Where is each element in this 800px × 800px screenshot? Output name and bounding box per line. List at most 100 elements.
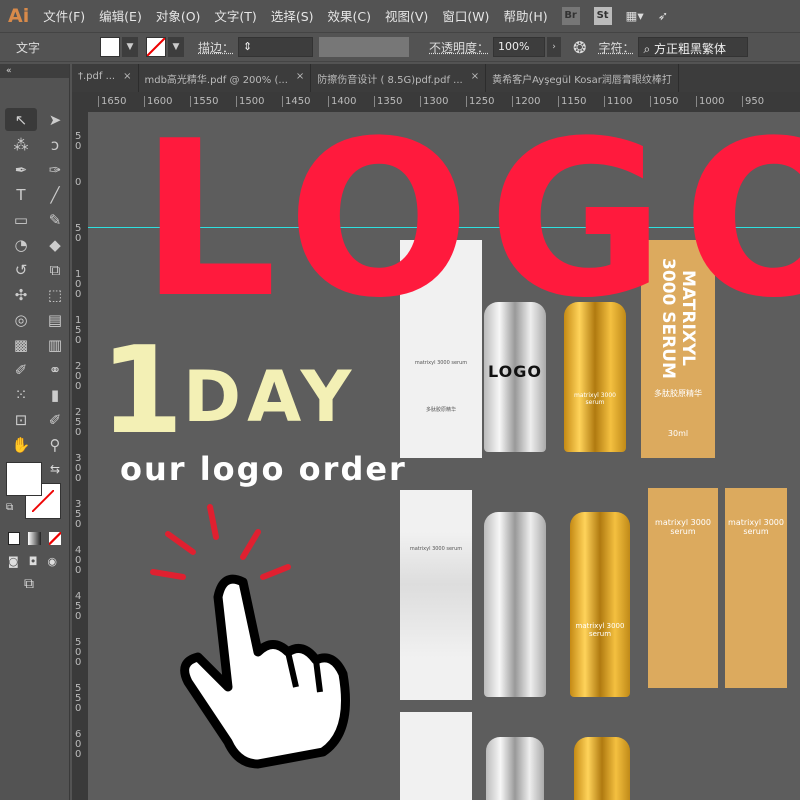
hand-tool-icon[interactable]: ✋	[5, 433, 37, 456]
color-mode-icon[interactable]	[8, 532, 21, 545]
ruler-label: 600	[75, 729, 82, 760]
bridge-button[interactable]: Br	[561, 6, 580, 25]
collapse-icon[interactable]: «	[0, 64, 69, 78]
zoom-tool-icon[interactable]: ⚲	[39, 433, 71, 456]
draw-inside-icon[interactable]: ◉	[47, 555, 57, 568]
opacity-field[interactable]: 100%	[493, 37, 546, 57]
ruler-label: 1400	[328, 96, 356, 107]
one-text: 1	[100, 322, 184, 461]
artboard-tool-icon[interactable]: ⊡	[5, 408, 37, 431]
menu-window[interactable]: 窗口(W)	[442, 6, 489, 25]
none-mode-icon[interactable]	[48, 532, 61, 545]
menu-effect[interactable]: 效果(C)	[328, 6, 371, 25]
menu-help[interactable]: 帮助(H)	[503, 6, 547, 25]
gradient-mode-icon[interactable]	[28, 532, 41, 545]
stroke-swatch[interactable]	[146, 37, 167, 57]
menu-file[interactable]: 文件(F)	[43, 6, 85, 25]
symbol-sprayer-icon[interactable]: ⁙	[5, 383, 37, 406]
selection-tool-icon[interactable]: ↖	[5, 108, 37, 131]
ruler-label: 100	[75, 269, 82, 300]
stroke-dropdown[interactable]: ▼	[168, 37, 185, 57]
eraser-icon[interactable]: ◆	[39, 233, 71, 256]
ruler-label: 1050	[650, 96, 678, 107]
eyedropper-icon[interactable]: ✐	[5, 358, 37, 381]
ruler-label: 350	[75, 499, 82, 530]
stroke-label: 描边：	[198, 40, 235, 55]
rocket-icon[interactable]: ➶	[658, 8, 668, 23]
fill-stroke-widget[interactable]: ⇆ ⧉	[0, 462, 69, 532]
ruler-label: 1650	[98, 96, 126, 107]
horizontal-ruler[interactable]: 1650 1600 1550 1500 1450 1400 1350 1300 1250 1200…	[88, 92, 800, 112]
ruler-label: 150	[75, 315, 82, 346]
box-text: matrixyl 3000 serum	[414, 360, 468, 366]
ruler-label: 1600	[144, 96, 172, 107]
tab-doc-4[interactable]: 黄希客户Ayşegül Kosar润唇膏眼纹棒打	[486, 64, 679, 92]
menu-type[interactable]: 文字(T)	[214, 6, 256, 25]
rotate-tool-icon[interactable]: ↺	[5, 258, 37, 281]
scale-tool-icon[interactable]: ⧉	[39, 258, 71, 281]
vertical-ruler[interactable]: 50 0 50 100 150 200 250 300 350 400 450 500 550 600	[72, 92, 88, 800]
tab-doc-3[interactable]: 防擦伤音设计 ( 8.5G)pdf.pdf ... ×	[311, 64, 487, 92]
ruler-label: 1150	[558, 96, 586, 107]
screen-mode-icon[interactable]: ⧉	[0, 568, 69, 600]
curvature-tool-icon[interactable]: ✑	[39, 158, 71, 181]
fill-swatch[interactable]	[100, 37, 121, 57]
menu-edit[interactable]: 编辑(E)	[99, 6, 142, 25]
tab-label: †.pdf ...	[78, 71, 116, 82]
draw-mode-row: ◙ ◘ ◉	[0, 545, 69, 568]
mesh-tool-icon[interactable]: ▩	[5, 333, 37, 356]
brush-dropdown[interactable]	[319, 37, 410, 57]
swap-icon[interactable]: ⇆	[50, 462, 60, 476]
shape-builder-icon[interactable]: ◎	[5, 308, 37, 331]
color-mode-row	[0, 532, 69, 545]
draw-normal-icon[interactable]: ◙	[8, 555, 19, 568]
stroke-weight-field[interactable]: ⇕	[238, 37, 314, 57]
line-tool-icon[interactable]: ╱	[39, 183, 71, 206]
font-value: 方正粗黑繁体	[654, 42, 727, 56]
draw-behind-icon[interactable]: ◘	[29, 555, 38, 568]
menu-view[interactable]: 视图(V)	[385, 6, 428, 25]
magic-wand-icon[interactable]: ⁂	[5, 133, 37, 156]
rectangle-tool-icon[interactable]: ▭	[5, 208, 37, 231]
tools-panel: « ↖ ➤ ⁂ ↄ ✒ ✑ T ╱ ▭ ✎ ◔ ◆ ↺ ⧉ ✣ ⬚ ◎ ▤ ▩ …	[0, 64, 70, 800]
slice-tool-icon[interactable]: ✐	[39, 408, 71, 431]
bottle-text: matrixyl 3000 serum	[575, 622, 625, 638]
pen-tool-icon[interactable]: ✒	[5, 158, 37, 181]
perspective-grid-icon[interactable]: ▤	[39, 308, 71, 331]
lasso-icon[interactable]: ↄ	[39, 133, 71, 156]
puppet-warp-icon[interactable]: ✣	[5, 283, 37, 306]
menu-object[interactable]: 对象(O)	[156, 6, 201, 25]
tab-doc-2[interactable]: mdb高光精华.pdf @ 200% (... ×	[139, 64, 312, 92]
recolor-icon[interactable]: ❂	[573, 38, 586, 57]
direct-selection-tool-icon[interactable]: ➤	[39, 108, 71, 131]
gradient-tool-icon[interactable]: ▥	[39, 333, 71, 356]
fill-dropdown[interactable]: ▼	[122, 37, 139, 57]
paintbrush-icon[interactable]: ✎	[39, 208, 71, 231]
shaper-tool-icon[interactable]: ◔	[5, 233, 37, 256]
stock-button[interactable]: St	[593, 6, 612, 25]
font-field[interactable]: ⌕ 方正粗黑繁体	[638, 37, 749, 57]
ruler-label: 300	[75, 453, 82, 484]
ruler-label: 400	[75, 545, 82, 576]
tab-doc-1[interactable]: †.pdf ... ×	[72, 64, 139, 92]
opacity-label: 不透明度：	[429, 40, 490, 55]
blend-tool-icon[interactable]: ⚭	[39, 358, 71, 381]
free-transform-icon[interactable]: ⬚	[39, 283, 71, 306]
menu-select[interactable]: 选择(S)	[271, 6, 314, 25]
silver-bottle-3	[486, 737, 544, 800]
ruler-label: 200	[75, 361, 82, 392]
ruler-label: 1200	[512, 96, 540, 107]
close-icon[interactable]: ×	[471, 71, 479, 85]
column-graph-icon[interactable]: ▮	[39, 383, 71, 406]
close-icon[interactable]: ×	[123, 71, 131, 85]
fill-box[interactable]	[6, 462, 42, 496]
ruler-label: 250	[75, 407, 82, 438]
workspace-layout-icon[interactable]: ▦▾	[626, 8, 644, 23]
artboard-canvas[interactable]: matrixyl 3000 serum 多肽胶原精华 LOGO matrixyl …	[88, 112, 800, 800]
opacity-arrow[interactable]: ›	[547, 37, 562, 57]
box-text: matrixyl 3000 serum	[409, 546, 463, 552]
close-icon[interactable]: ×	[296, 71, 304, 85]
type-tool-icon[interactable]: T	[5, 183, 37, 206]
gold-bottle-3	[574, 737, 630, 800]
default-colors-icon[interactable]: ⧉	[6, 502, 13, 513]
